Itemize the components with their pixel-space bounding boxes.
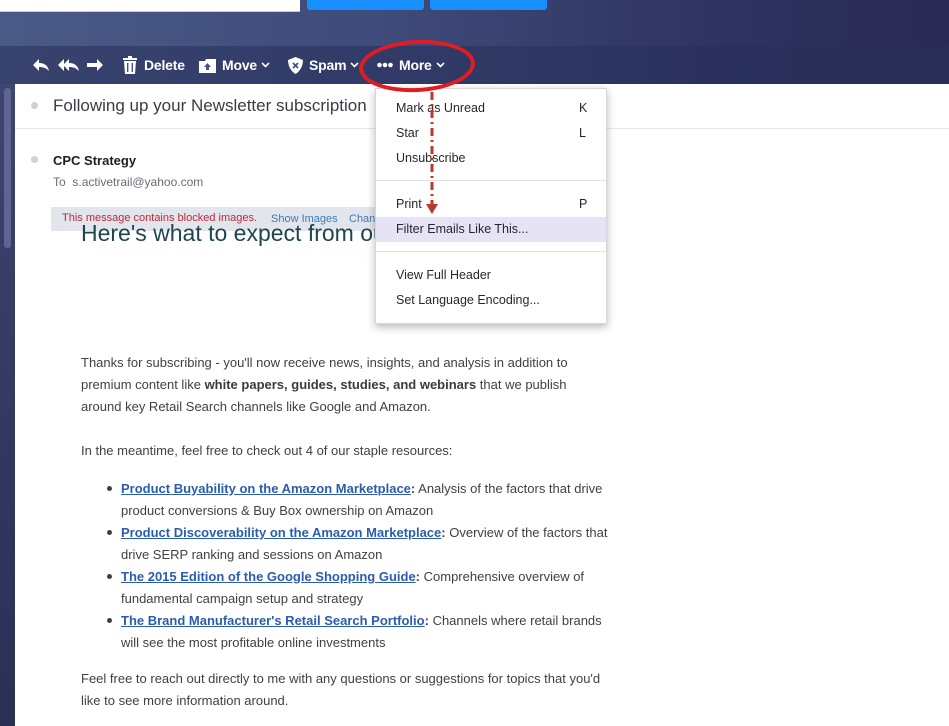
reply-all-icon: [58, 57, 80, 73]
menu-item-label: View Full Header: [396, 268, 491, 282]
sender-dot-icon: [31, 156, 38, 163]
unread-dot-icon: [31, 102, 38, 109]
menu-item-label: Star: [396, 126, 419, 140]
sender-name[interactable]: CPC Strategy: [53, 153, 136, 168]
delete-button[interactable]: Delete: [122, 46, 185, 84]
left-navigation-rail: [0, 84, 15, 726]
resource-link[interactable]: The Brand Manufacturer's Retail Search P…: [121, 613, 425, 628]
search-mail-button[interactable]: [307, 0, 424, 10]
spam-button[interactable]: Spam: [288, 46, 359, 84]
menu-item-language-encoding[interactable]: Set Language Encoding...: [376, 288, 606, 313]
list-item: The Brand Manufacturer's Retail Search P…: [81, 610, 621, 654]
menu-item-unsubscribe[interactable]: Unsubscribe: [376, 146, 606, 171]
trash-icon: [122, 56, 138, 74]
menu-divider: [376, 251, 606, 252]
resource-link[interactable]: Product Discoverability on the Amazon Ma…: [121, 525, 441, 540]
recipient-line: To s.activetrail@yahoo.com: [53, 175, 203, 189]
menu-divider: [376, 180, 606, 181]
spam-label: Spam: [309, 57, 347, 73]
message-subject: Following up your Newsletter subscriptio…: [53, 96, 367, 115]
scrollbar[interactable]: [4, 88, 11, 248]
list-item: Product Buyability on the Amazon Marketp…: [81, 478, 621, 522]
closing-paragraph: Feel free to reach out directly to me wi…: [81, 671, 601, 708]
recipient-address[interactable]: s.activetrail@yahoo.com: [72, 175, 203, 189]
menu-item-mark-unread[interactable]: Mark as Unread K: [376, 96, 606, 121]
to-prefix: To: [53, 175, 66, 189]
spam-shield-icon: [288, 56, 303, 74]
chevron-down-icon: [350, 62, 359, 68]
list-item: The 2015 Edition of the Google Shopping …: [81, 566, 621, 610]
move-icon: [199, 57, 216, 73]
annotation-arrow-icon: [426, 92, 438, 214]
resource-link[interactable]: Product Buyability on the Amazon Marketp…: [121, 481, 411, 496]
forward-button[interactable]: [86, 46, 104, 84]
intro-paragraph: Thanks for subscribing - you'll now rece…: [81, 352, 601, 418]
reply-icon: [32, 57, 50, 73]
delete-label: Delete: [144, 57, 185, 73]
intro-bold-text: white papers, guides, studies, and webin…: [204, 377, 477, 392]
list-item: Product Discoverability on the Amazon Ma…: [81, 522, 621, 566]
menu-item-label: Set Language Encoding...: [396, 293, 540, 307]
menu-item-label: Filter Emails Like This...: [396, 222, 529, 236]
menu-item-label: Print: [396, 197, 422, 211]
reply-all-button[interactable]: [58, 46, 80, 84]
menu-item-shortcut: P: [579, 197, 588, 211]
menu-item-shortcut: K: [579, 101, 588, 115]
search-input[interactable]: [0, 0, 300, 12]
menu-item-view-full-header[interactable]: View Full Header: [376, 263, 606, 288]
move-button[interactable]: Move: [199, 46, 270, 84]
meantime-paragraph: In the meantime, feel free to check out …: [81, 443, 453, 458]
move-label: Move: [222, 57, 257, 73]
resource-link[interactable]: The 2015 Edition of the Google Shopping …: [121, 569, 416, 584]
chevron-down-icon: [261, 62, 270, 68]
resource-list: Product Buyability on the Amazon Marketp…: [81, 478, 621, 654]
menu-item-print[interactable]: Print P: [376, 192, 606, 217]
search-web-button[interactable]: [430, 0, 547, 10]
forward-icon: [86, 57, 104, 73]
reply-button[interactable]: [32, 46, 50, 84]
menu-item-shortcut: L: [579, 126, 586, 140]
menu-item-star[interactable]: Star L: [376, 121, 606, 146]
menu-item-filter-emails[interactable]: Filter Emails Like This...: [376, 217, 606, 242]
more-dropdown-menu: Mark as Unread K Star L Unsubscribe Prin…: [375, 88, 607, 324]
